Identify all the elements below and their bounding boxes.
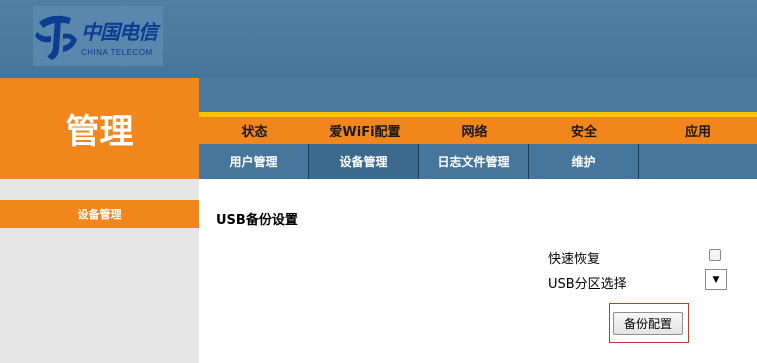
nav-top-strip [199,78,757,112]
main-content: USB备份设置 快速恢复 USB分区选择 ▼ 备份配置 [199,179,757,363]
quick-restore-checkbox[interactable] [709,249,721,261]
backup-config-button[interactable]: 备份配置 [613,312,683,335]
china-telecom-logo: 中国电信 CHINA TELECOM [33,6,163,66]
sub-nav: 用户管理 设备管理 日志文件管理 维护 [199,144,757,179]
sidebar: 设备管理 [0,179,199,363]
logo-text-en: CHINA TELECOM [81,48,153,57]
subtab-log-file-management[interactable]: 日志文件管理 [419,144,529,179]
tab-status[interactable]: 状态 [199,117,310,144]
chevron-down-icon: ▼ [712,274,720,285]
subtab-maintenance[interactable]: 维护 [529,144,639,179]
tab-network[interactable]: 网络 [420,117,529,144]
usb-partition-select[interactable]: ▼ [705,269,727,290]
page-title-block: 管理 [0,78,199,179]
sidebar-item-device-management[interactable]: 设备管理 [0,200,199,228]
tab-security[interactable]: 安全 [529,117,639,144]
main-nav: 状态 爱WiFi配置 网络 安全 应用 [199,117,757,144]
usb-partition-label: USB分区选择 [548,277,627,292]
logo-text-cn: 中国电信 [81,20,158,44]
tab-wifi-config[interactable]: 爱WiFi配置 [310,117,420,144]
subtab-device-management[interactable]: 设备管理 [309,144,419,179]
tab-application[interactable]: 应用 [639,117,757,144]
section-title: USB备份设置 [216,213,298,228]
telecom-emblem-icon [35,15,77,60]
header-banner: 中国电信 CHINA TELECOM [0,0,757,78]
page-title: 管理 [65,112,134,152]
quick-restore-label: 快速恢复 [548,252,601,267]
subtab-user-management[interactable]: 用户管理 [199,144,309,179]
